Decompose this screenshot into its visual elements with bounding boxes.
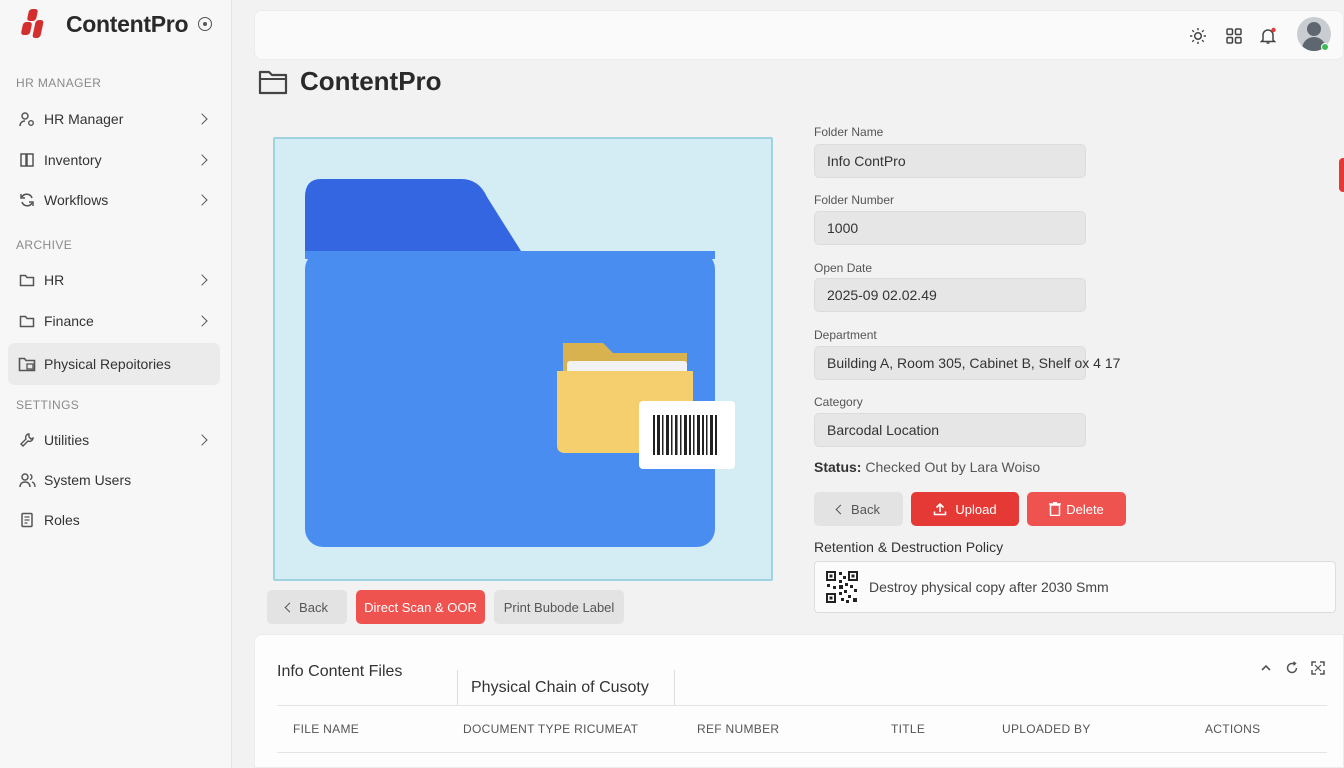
open-date-field[interactable]: 2025-09 02.02.49 — [814, 278, 1086, 312]
online-status-indicator — [1321, 43, 1329, 51]
print-barcode-label-button[interactable]: Print Bubode Label — [494, 590, 624, 624]
sidebar-item-label: HR Manager — [44, 111, 124, 127]
department-field[interactable]: Building A, Room 305, Cabinet B, Shelf o… — [814, 346, 1120, 380]
sidebar-item-workflows[interactable]: Workflows — [8, 183, 220, 217]
department-label: Department — [814, 328, 877, 342]
sidebar-item-label: Roles — [44, 512, 80, 528]
sidebar-item-label: Physical Repoitories — [44, 356, 171, 372]
app-settings-icon[interactable] — [198, 17, 213, 31]
sun-icon[interactable] — [1187, 25, 1209, 47]
button-label: Back — [299, 599, 328, 615]
files-panel-title: Info Content Files — [277, 663, 403, 680]
chevron-right-icon — [196, 274, 208, 286]
sidebar-item-label: Inventory — [44, 152, 102, 168]
fullscreen-icon[interactable] — [1311, 661, 1325, 675]
side-panel-toggle[interactable] — [1339, 158, 1344, 192]
open-date-label: Open Date — [814, 261, 873, 275]
document-icon — [18, 511, 36, 529]
section-label-settings: SETTINGS — [16, 398, 80, 412]
sidebar-item-label: Utilities — [44, 432, 90, 448]
folder-active-icon — [18, 355, 36, 373]
barcode-label-icon — [639, 401, 735, 469]
trash-icon — [1049, 502, 1062, 516]
button-label: Print Bubode Label — [503, 599, 615, 615]
upload-icon — [933, 502, 947, 516]
sidebar-item-label: System Users — [44, 472, 132, 488]
content-files-panel: Info Content Files Physical Chain of Cus… — [254, 634, 1344, 768]
back-button[interactable]: Back — [814, 492, 903, 526]
preview-back-button[interactable]: Back — [267, 590, 347, 624]
collapse-icon[interactable] — [1259, 661, 1273, 675]
sidebar-item-hr-manager[interactable]: HR Manager — [8, 102, 220, 136]
sidebar-item-inventory[interactable]: Inventory — [8, 143, 220, 177]
button-label: Direct Scan & OOR — [364, 599, 477, 615]
app-title: ContentPro — [66, 10, 189, 37]
sidebar-item-finance[interactable]: Finance — [8, 304, 220, 338]
column-header-title[interactable]: TITLE — [891, 722, 925, 736]
sidebar-item-roles[interactable]: Roles — [8, 503, 220, 537]
chevron-left-icon — [284, 602, 295, 612]
chevron-right-icon — [196, 113, 208, 125]
notification-bell-icon[interactable] — [1257, 25, 1279, 47]
sidebar: ContentPro HR MANAGER HR Manager Invento… — [0, 0, 232, 768]
status-label: Status: — [814, 459, 862, 475]
column-header-file-name[interactable]: FILE NAME — [293, 722, 359, 736]
apps-grid-icon[interactable] — [1223, 25, 1245, 47]
sidebar-item-system-users[interactable]: System Users — [8, 463, 220, 497]
retention-policy-box: Destroy physical copy after 2030 Smm — [814, 561, 1336, 613]
upload-button[interactable]: Upload — [911, 492, 1019, 526]
column-header-document-type[interactable]: DOCUMENT TYPE RICUMEAT — [463, 722, 638, 736]
chevron-left-icon — [835, 504, 846, 514]
refresh-icon — [18, 191, 36, 209]
sidebar-item-utilities[interactable]: Utilities — [8, 423, 220, 457]
logo-mark-icon — [18, 7, 48, 41]
retention-policy-title: Retention & Destruction Policy — [814, 539, 1004, 555]
panel-controls — [1259, 661, 1325, 675]
sidebar-item-label: Finance — [44, 313, 94, 329]
refresh-icon[interactable] — [1285, 661, 1299, 675]
folder-number-field[interactable]: 1000 — [814, 211, 1086, 245]
sidebar-item-hr[interactable]: HR — [8, 263, 220, 297]
column-header-uploaded-by[interactable]: UPLOADED BY — [1002, 722, 1091, 736]
qr-code-icon — [825, 570, 859, 604]
files-table-header: FILE NAME DOCUMENT TYPE RICUMEAT REF NUM… — [277, 705, 1327, 753]
direct-scan-ocr-button[interactable]: Direct Scan & OOR — [356, 590, 485, 624]
sidebar-item-label: Workflows — [44, 192, 109, 208]
wrench-icon — [18, 431, 36, 449]
sidebar-item-physical-repositories[interactable]: Physical Repoitories — [8, 343, 220, 385]
category-field[interactable]: Barcodal Location — [814, 413, 1086, 447]
users-icon — [18, 471, 36, 489]
sidebar-item-label: HR — [44, 272, 65, 288]
column-header-ref-number[interactable]: REF NUMBER — [697, 722, 779, 736]
top-bar — [254, 10, 1344, 60]
folder-name-label: Folder Name — [814, 125, 884, 139]
folder-illustration-icon — [305, 179, 735, 547]
section-label-archive: ARCHIVE — [16, 238, 73, 252]
app-logo[interactable]: ContentPro — [18, 4, 213, 44]
chevron-right-icon — [196, 434, 208, 446]
folder-number-label: Folder Number — [814, 193, 895, 207]
category-label: Category — [814, 395, 863, 409]
folder-preview — [273, 137, 773, 581]
folder-open-icon — [258, 68, 290, 96]
button-label: Back — [851, 501, 880, 517]
folder-name-field[interactable]: Info ContPro — [814, 144, 1086, 178]
folder-icon — [18, 271, 36, 289]
button-label: Delete — [1066, 501, 1104, 517]
delete-button[interactable]: Delete — [1027, 492, 1126, 526]
chevron-right-icon — [196, 194, 208, 206]
tab-physical-chain-of-custody[interactable]: Physical Chain of Cusoty — [457, 670, 675, 706]
book-icon — [18, 151, 36, 169]
column-header-actions[interactable]: ACTIONS — [1205, 722, 1260, 736]
chevron-right-icon — [196, 315, 208, 327]
chevron-right-icon — [196, 154, 208, 166]
page-title: ContentPro — [300, 66, 442, 96]
user-cog-icon — [18, 110, 36, 128]
status-text: Status: Checked Out by Lara Woiso — [814, 459, 1040, 475]
status-value: Checked Out by Lara Woiso — [865, 459, 1041, 475]
retention-policy-text: Destroy physical copy after 2030 Smm — [869, 579, 1109, 595]
section-label-hr-manager: HR MANAGER — [16, 76, 102, 90]
button-label: Upload — [955, 501, 997, 517]
folder-icon — [18, 312, 36, 330]
